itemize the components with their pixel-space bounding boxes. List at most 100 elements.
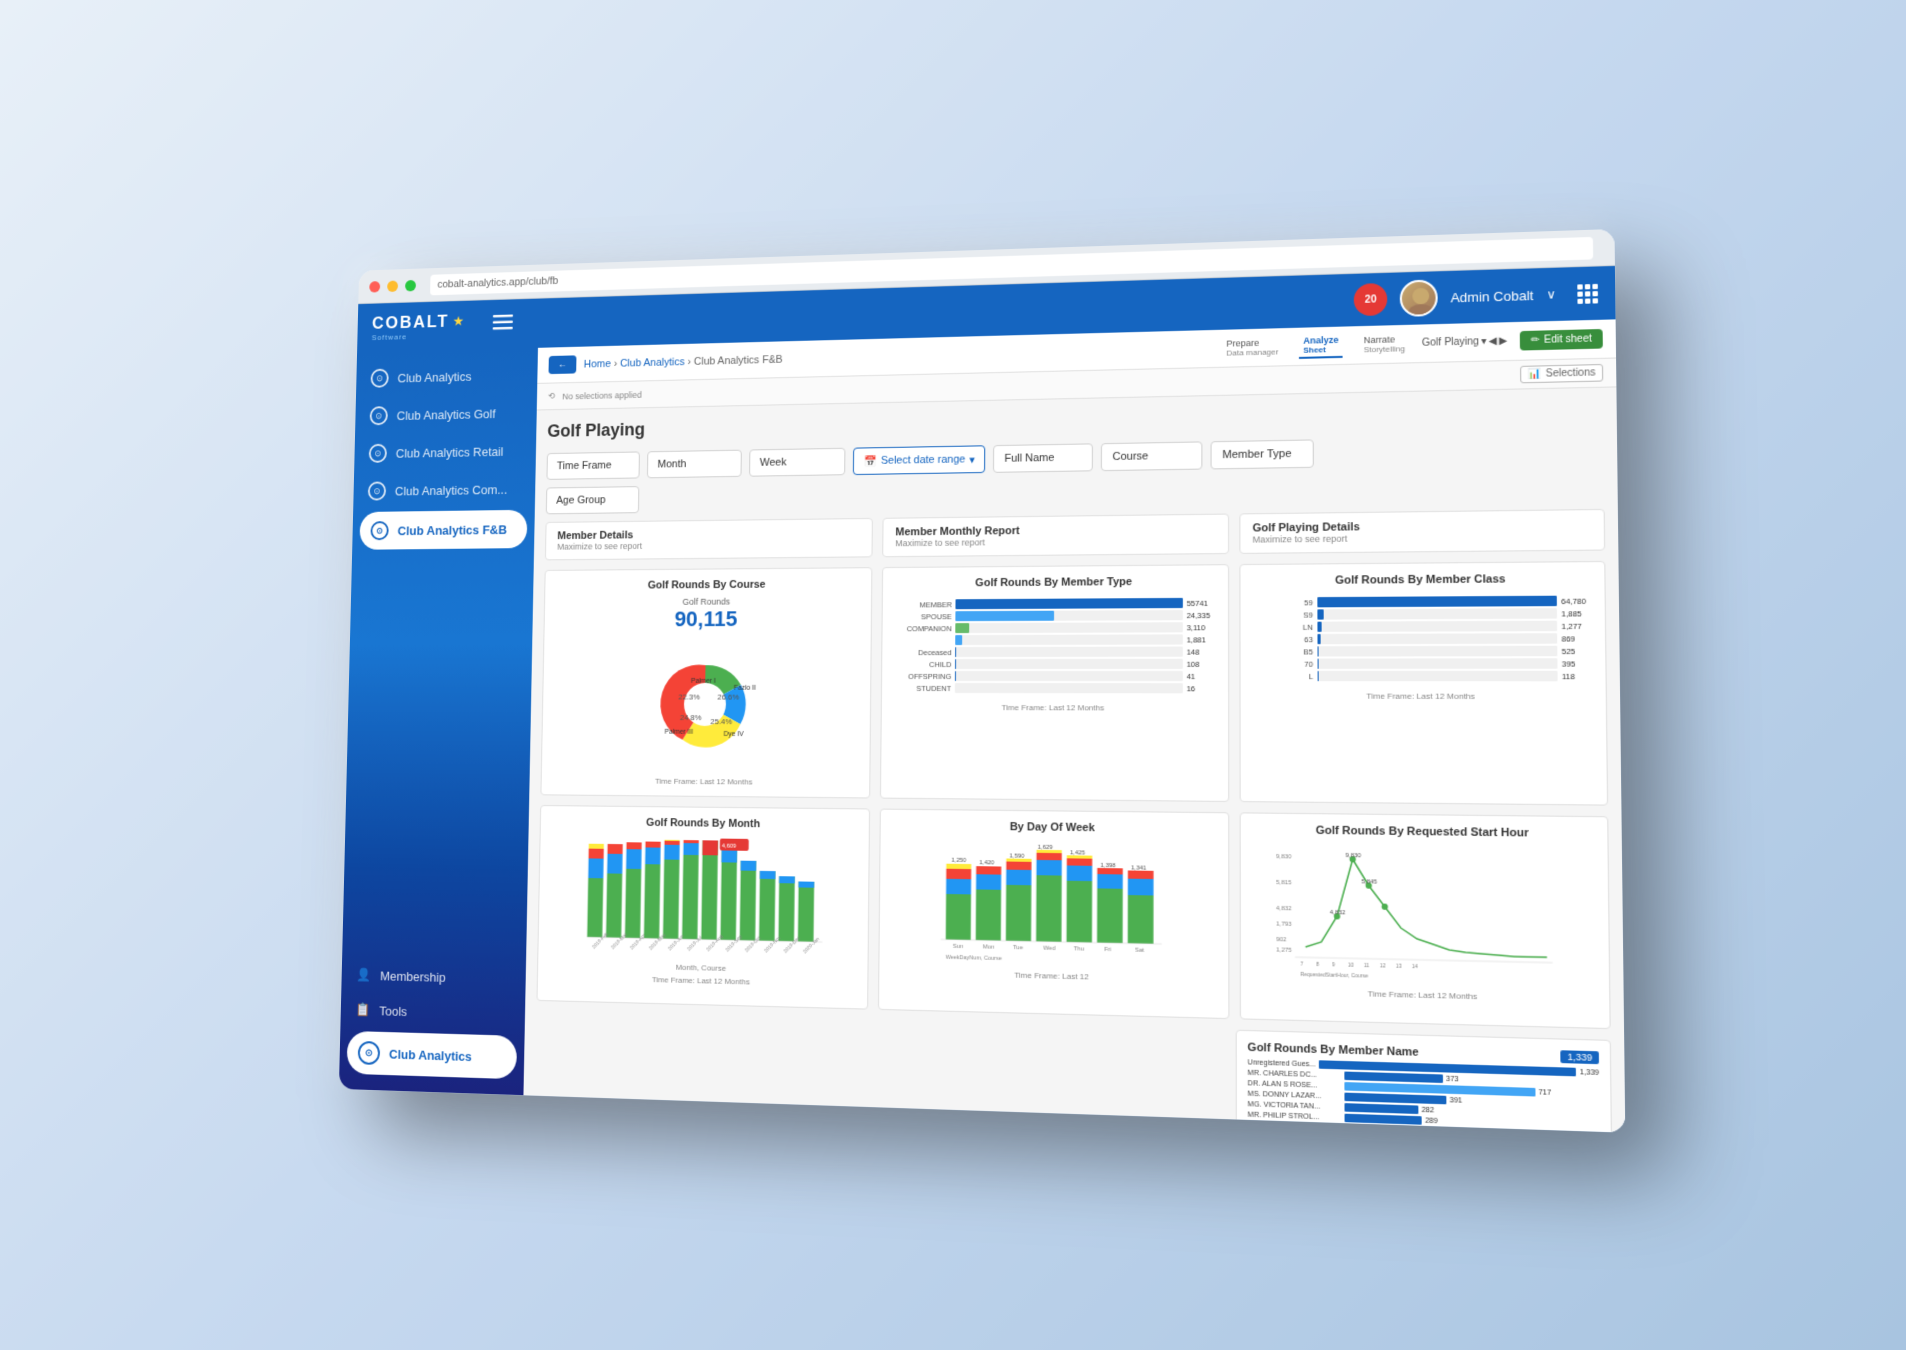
filter-age-group[interactable]: Age Group (546, 486, 640, 514)
chrome-minimize[interactable] (387, 280, 398, 292)
tab-narrate[interactable]: Narrate Storytelling (1359, 332, 1409, 357)
member-val-2: 717 (1538, 1089, 1551, 1097)
class-bar-b5: B5 525 (1251, 646, 1595, 657)
donut-value: 90,115 (674, 606, 737, 632)
home-link[interactable]: Home (584, 358, 611, 370)
svg-text:9: 9 (1332, 962, 1335, 969)
club-analytics-link[interactable]: Club Analytics (620, 356, 685, 369)
class-val-59: 64,780 (1561, 596, 1594, 606)
donut-chart-title: Golf Rounds By Course (555, 578, 862, 592)
svg-text:25.4%: 25.4% (710, 717, 732, 726)
grid-apps-icon[interactable] (1577, 283, 1598, 303)
sheet-dropdown[interactable]: Golf Playing ▾ ◀ ▶ (1422, 336, 1507, 349)
svg-text:Mon: Mon (983, 944, 995, 951)
day-chart-panel: By Day Of Week 1,250 (878, 809, 1229, 1020)
report-card-monthly[interactable]: Member Monthly Report Maximize to see re… (883, 514, 1229, 558)
tools-label: Tools (379, 1003, 407, 1018)
spacer (649, 375, 1512, 394)
filter-month[interactable]: Month (647, 450, 742, 479)
filter-member-type[interactable]: Member Type (1211, 439, 1314, 469)
class-val-63: 869 (1562, 634, 1595, 643)
membership-icon: 👤 (356, 967, 371, 983)
filter-time-frame[interactable]: Time Frame (546, 451, 639, 479)
tab-prepare[interactable]: Prepare Data manager (1222, 335, 1282, 360)
class-bar-l: L 118 (1251, 671, 1595, 681)
notification-badge[interactable]: 20 (1354, 283, 1388, 316)
member-class-bars: 59 64,780 S9 (1250, 591, 1594, 687)
bar-val-student: 16 (1187, 684, 1218, 693)
bar-row-member: MEMBER 55741 (893, 598, 1218, 610)
active-bottom-label: Club Analytics (389, 1046, 472, 1063)
report-card-member-details[interactable]: Member Details Maximize to see report (545, 518, 873, 560)
chrome-close[interactable] (369, 281, 380, 293)
hamburger-icon[interactable] (493, 313, 514, 335)
bar-label-offspring: OFFSPRING (892, 672, 951, 681)
class-fill-59 (1317, 596, 1557, 608)
sidebar-item-fb[interactable]: ⊙ Club Analytics F&B (359, 510, 527, 550)
class-val-b5: 525 (1562, 646, 1595, 655)
class-fill-70 (1317, 659, 1318, 669)
sidebar-item-golf[interactable]: ⊙ Club Analytics Golf (355, 393, 537, 435)
month-chart-timeframe: Time Frame: Last 12 Months (547, 973, 858, 990)
bar-label-student: STUDENT (892, 683, 951, 692)
sidebar-item-retail[interactable]: ⊙ Club Analytics Retail (354, 431, 536, 472)
filter-date-range[interactable]: 📅 Select date range ▾ (853, 445, 986, 475)
filter-week[interactable]: Week (749, 448, 845, 477)
charts-row-1: Golf Rounds By Course Golf Rounds 90,115 (540, 561, 1608, 806)
filter-course[interactable]: Course (1101, 441, 1203, 471)
svg-text:4,609: 4,609 (722, 843, 736, 849)
member-bar-3 (1345, 1093, 1447, 1105)
active-bottom-icon: ⊙ (358, 1041, 380, 1065)
day-chart-title: By Day Of Week (891, 820, 1218, 836)
member-bar-1 (1345, 1072, 1443, 1083)
svg-text:7: 7 (1300, 961, 1303, 968)
svg-text:4,832: 4,832 (1276, 906, 1292, 913)
svg-text:5,845: 5,845 (1361, 879, 1377, 886)
tab-analyze[interactable]: Analyze Sheet (1299, 333, 1343, 359)
member-class-timeframe: Time Frame: Last 12 Months (1251, 691, 1595, 701)
sidebar-club-analytics-active[interactable]: ⊙ Club Analytics (347, 1031, 518, 1079)
donut-label: Golf Rounds (675, 597, 738, 607)
donut-time-frame: Time Frame: Last 12 Months (551, 776, 860, 787)
bar-fill-spouse (956, 611, 1055, 621)
class-track-63 (1317, 633, 1557, 644)
svg-text:Fri: Fri (1104, 947, 1111, 954)
member-val-5: 289 (1425, 1117, 1438, 1125)
svg-text:1,793: 1,793 (1276, 921, 1292, 928)
svg-text:Thu: Thu (1074, 946, 1085, 953)
edit-sheet-button[interactable]: ✏ Edit sheet (1520, 329, 1603, 351)
bar-label-companion: COMPANION (893, 624, 952, 633)
bar-label-member: MEMBER (893, 600, 952, 609)
logo-text: COBALT (372, 312, 449, 334)
bar-label-child: CHILD (892, 660, 951, 669)
bar-fill-member (956, 598, 1183, 609)
logo-star: ★ (452, 313, 464, 329)
chrome-maximize[interactable] (405, 279, 416, 291)
back-button[interactable]: ← (548, 355, 576, 374)
dropdown-arrow: ▾ (969, 453, 975, 466)
svg-text:14: 14 (1411, 964, 1417, 971)
bar-fill-other1 (956, 635, 963, 645)
bar-val-deceased: 148 (1187, 647, 1218, 656)
svg-text:12: 12 (1379, 963, 1385, 970)
sidebar-item-club-analytics[interactable]: ⊙ Club Analytics (356, 355, 538, 397)
bar-fill-companion (956, 623, 969, 633)
sidebar-membership[interactable]: 👤 Membership (341, 957, 526, 997)
sidebar-label-golf: Club Analytics Golf (397, 406, 496, 422)
bar-val-member: 55741 (1187, 598, 1218, 607)
class-fill-b5 (1317, 646, 1319, 656)
user-dropdown-icon[interactable]: ∨ (1546, 287, 1556, 302)
selections-button[interactable]: 📊 Selections (1521, 364, 1604, 383)
sidebar-item-com[interactable]: ⊙ Club Analytics Com... (353, 470, 535, 511)
filter-full-name[interactable]: Full Name (993, 443, 1093, 472)
class-bar-63: 63 869 (1251, 633, 1595, 644)
member-val-4: 282 (1422, 1106, 1435, 1114)
member-val-0: 1,339 (1580, 1068, 1599, 1076)
sidebar-tools[interactable]: 📋 Tools (340, 992, 525, 1032)
svg-text:9,830: 9,830 (1276, 854, 1292, 861)
tools-icon: 📋 (355, 1002, 370, 1018)
report-card-golf-playing[interactable]: Golf Playing Details Maximize to see rep… (1239, 509, 1605, 554)
donut-svg: Palmer I Fazio II Dye IV Palmer III 22.3… (637, 636, 772, 774)
bar-track-other1 (956, 634, 1183, 645)
membership-label: Membership (380, 968, 446, 984)
